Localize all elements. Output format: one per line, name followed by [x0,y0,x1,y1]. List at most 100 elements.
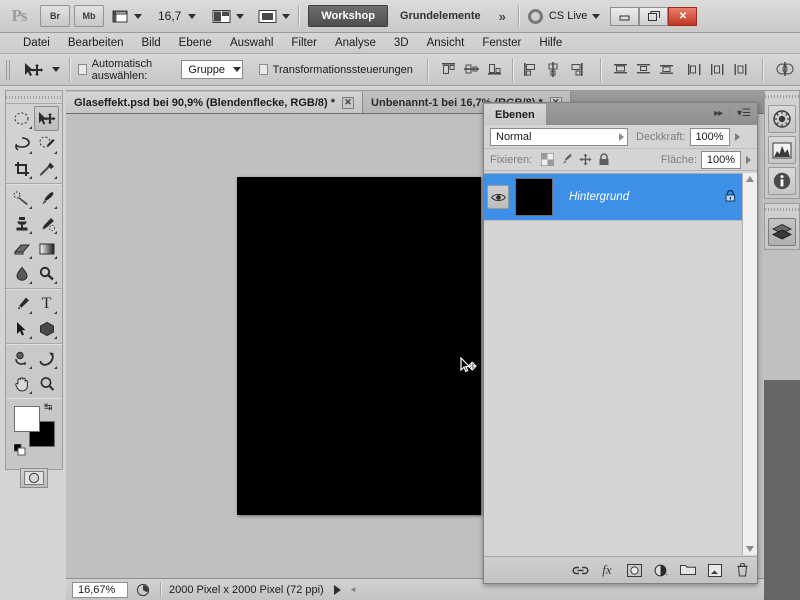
mini-bridge-button[interactable]: Mb [74,5,104,27]
distribute-left-edges-button[interactable] [684,60,705,80]
tool-marquee[interactable] [9,106,34,131]
menu-item-filter[interactable]: Filter [282,33,326,53]
align-vertical-centers-button[interactable] [461,60,482,80]
tool-history-brush[interactable] [34,211,59,236]
menu-item-bearbeiten[interactable]: Bearbeiten [59,33,133,53]
align-horizontal-centers-button[interactable] [543,60,564,80]
tool-shape[interactable] [34,316,59,341]
quick-mask-mode-button[interactable] [20,468,48,488]
close-button[interactable]: ✕ [668,7,697,26]
tool-dodge[interactable] [34,261,59,286]
dock-button-farbe[interactable] [768,105,796,133]
align-top-edges-button[interactable] [438,60,459,80]
menu-item-fenster[interactable]: Fenster [473,33,530,53]
zoom-level-value[interactable]: 16,7 [158,9,181,23]
new-layer-icon[interactable] [706,561,724,579]
foreground-color-swatch[interactable] [14,406,40,432]
swap-colors-icon[interactable]: ↹ [44,402,52,413]
document-tab-glaseffekt[interactable]: Glaseffekt.psd bei 90,9% (Blendenflecke,… [66,91,363,113]
link-layers-icon[interactable] [571,561,589,579]
tool-blur[interactable] [9,261,34,286]
tool-pen[interactable] [9,291,34,316]
panel-menu-icon[interactable]: ▾☰ [737,108,751,119]
screen-mode-menu[interactable] [258,9,290,24]
dock-grip[interactable] [765,91,799,102]
minimize-button[interactable] [610,7,639,26]
distribute-top-edges-button[interactable] [610,60,631,80]
add-layer-mask-icon[interactable] [625,561,643,579]
menu-item-analyse[interactable]: Analyse [326,33,385,53]
dock-button-informationen[interactable] [768,167,796,195]
opacity-slider-icon[interactable] [735,133,740,141]
restore-button[interactable] [639,7,668,26]
menu-item-ansicht[interactable]: Ansicht [418,33,474,53]
transform-controls-checkbox[interactable] [259,64,267,75]
status-resize-grip[interactable]: ◂ [351,584,356,595]
bridge-button[interactable]: Br [40,5,70,27]
tool-eraser[interactable] [9,236,34,261]
tool-lasso[interactable] [9,131,34,156]
menu-item-3d[interactable]: 3D [385,33,418,53]
status-zoom-field[interactable]: 16,67% [72,582,128,598]
collapse-panel-icon[interactable]: ▸▸ [714,108,722,119]
lock-position-icon[interactable] [577,152,593,168]
lock-transparent-pixels-icon[interactable] [539,152,555,168]
workspace-tab-grundelemente[interactable]: Grundelemente [388,5,493,27]
tool-3d-rotate[interactable] [9,346,34,371]
tool-hand[interactable] [9,371,34,396]
menu-item-auswahl[interactable]: Auswahl [221,33,282,53]
new-group-icon[interactable] [679,561,697,579]
tool-move[interactable] [34,106,59,131]
opacity-field[interactable]: 100% [690,128,730,146]
auto-select-checkbox[interactable] [78,64,86,75]
distribute-bottom-edges-button[interactable] [656,60,677,80]
workspace-tab-workshop[interactable]: Workshop [308,5,388,27]
distribute-vertical-centers-button[interactable] [633,60,654,80]
view-extras-menu[interactable] [112,9,142,24]
tool-clone-stamp[interactable] [9,211,34,236]
tool-quick-selection[interactable] [34,131,59,156]
align-right-edges-button[interactable] [566,60,587,80]
fill-field[interactable]: 100% [701,151,741,169]
tab-ebenen[interactable]: Ebenen [484,104,546,125]
table-row[interactable]: Hintergrund [484,174,757,221]
menu-item-ebene[interactable]: Ebene [170,33,221,53]
dock-button-histogramm[interactable] [768,136,796,164]
fill-slider-icon[interactable] [746,156,751,164]
layer-visibility-icon[interactable] [487,185,509,209]
layer-style-fx-icon[interactable]: fx [598,561,616,579]
distribute-right-edges-button[interactable] [730,60,751,80]
align-bottom-edges-button[interactable] [484,60,505,80]
quick-mask-toggle[interactable] [6,468,62,488]
tool-gradient[interactable] [34,236,59,261]
arrange-documents-menu[interactable] [212,9,244,24]
tool-path-selection[interactable] [9,316,34,341]
dock-button-ebenen[interactable] [768,218,796,246]
tool-type[interactable]: T [34,291,59,316]
workspace-overflow-icon[interactable]: » [499,9,504,24]
document-canvas[interactable] [237,177,481,515]
zoom-level-chevron-icon[interactable] [188,14,196,19]
delete-layer-icon[interactable] [733,561,751,579]
tool-eyedropper[interactable] [34,156,59,181]
current-tool-preset[interactable] [22,62,60,78]
default-colors-icon[interactable] [14,444,25,455]
auto-align-layers-button[interactable] [773,60,799,80]
cs-live-menu[interactable]: CS Live [528,9,601,24]
tool-brush[interactable] [34,186,59,211]
lock-image-pixels-icon[interactable] [558,152,574,168]
close-icon[interactable]: ✕ [342,97,354,109]
auto-select-scope-select[interactable]: Gruppe [181,60,243,79]
status-expand-arrow[interactable] [334,585,341,595]
dock-grip[interactable] [765,204,799,215]
lock-all-icon[interactable] [596,152,612,168]
tool-3d-orbit[interactable] [34,346,59,371]
new-adjustment-layer-icon[interactable] [652,561,670,579]
menu-item-bild[interactable]: Bild [132,33,169,53]
align-left-edges-button[interactable] [520,60,541,80]
distribute-horizontal-centers-button[interactable] [707,60,728,80]
menu-item-hilfe[interactable]: Hilfe [530,33,571,53]
scroll-up-arrow-icon[interactable] [746,176,754,182]
tools-panel-grip[interactable] [6,91,62,104]
tool-spot-healing[interactable] [9,186,34,211]
